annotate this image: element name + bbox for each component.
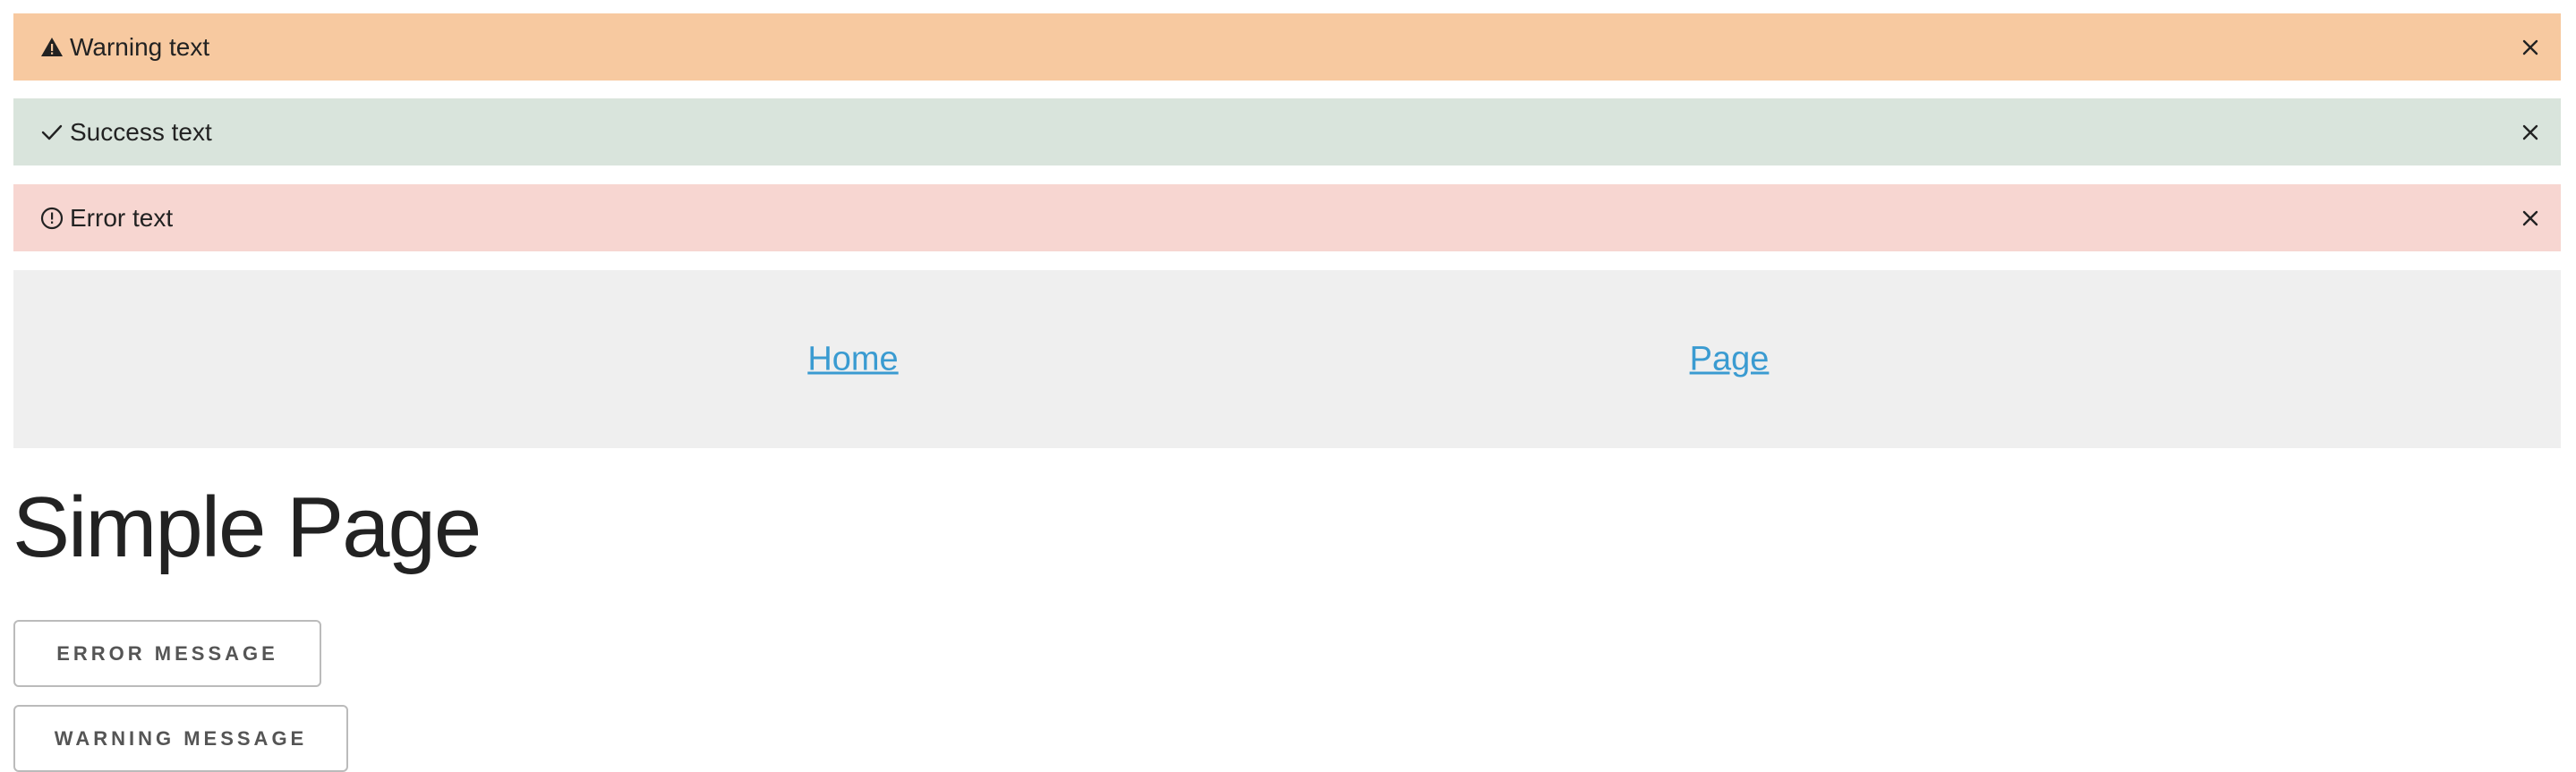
close-icon[interactable] (2516, 33, 2545, 62)
checkmark-icon (38, 119, 65, 146)
success-alert: Success text (13, 98, 2561, 165)
error-alert-text: Error text (70, 203, 174, 232)
warning-alert-text: Warning text (70, 32, 210, 61)
error-message-button[interactable]: ERROR MESSAGE (13, 620, 321, 687)
exclamation-circle-icon (38, 205, 65, 232)
success-alert-text: Success text (70, 117, 212, 146)
warning-triangle-icon (38, 34, 65, 61)
nav-link-page[interactable]: Page (1690, 340, 1770, 378)
nav-bar: Home Page (13, 270, 2561, 448)
page-title: Simple Page (13, 479, 482, 575)
nav-link-home[interactable]: Home (807, 340, 898, 378)
close-icon[interactable] (2516, 118, 2545, 147)
warning-alert: Warning text (13, 13, 2561, 81)
error-alert: Error text (13, 184, 2561, 251)
close-icon[interactable] (2516, 204, 2545, 233)
warning-message-button[interactable]: WARNING MESSAGE (13, 705, 348, 772)
